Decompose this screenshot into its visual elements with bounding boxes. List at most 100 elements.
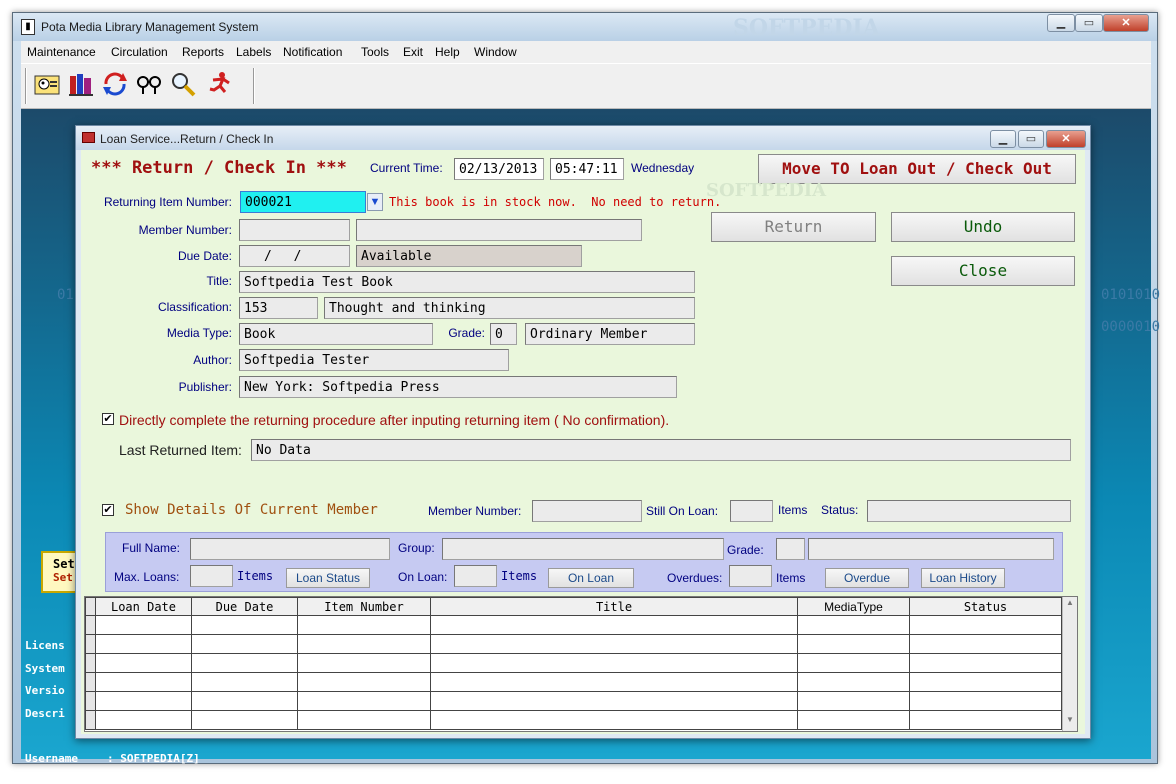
dialog-close-button[interactable]: ✕	[1046, 130, 1086, 148]
on-loan-button[interactable]: On Loan	[548, 568, 634, 588]
header-title[interactable]: Title	[430, 597, 798, 616]
menu-maintenance[interactable]: Maintenance	[27, 45, 96, 59]
menu-circulation[interactable]: Circulation	[111, 45, 168, 59]
app-book-icon: ▮	[21, 19, 35, 35]
side-label-system: System	[25, 662, 65, 675]
header-item-number[interactable]: Item Number	[297, 597, 431, 616]
bg-binary-right-1: 0101010	[1101, 287, 1161, 303]
direct-complete-checkbox[interactable]: ✔	[102, 413, 114, 425]
max-loans-field	[190, 565, 233, 587]
circulation-toolbar-icon[interactable]	[99, 68, 131, 100]
overdues-items-label: Items	[776, 571, 806, 585]
title-label: Title:	[206, 274, 232, 288]
close-window-button[interactable]: ✕	[1103, 14, 1149, 32]
author-field: Softpedia Tester	[239, 349, 509, 371]
overdue-button[interactable]: Overdue	[825, 568, 909, 588]
still-on-loan-field	[730, 500, 773, 522]
dialog-app-icon	[82, 132, 95, 143]
table-row[interactable]	[85, 672, 1062, 692]
menu-labels[interactable]: Labels	[236, 45, 271, 59]
on-loan-items-label: Items	[501, 569, 538, 583]
group-field	[442, 538, 724, 560]
close-button[interactable]: Close	[891, 256, 1075, 286]
loan-grid: Loan Date Due Date Item Number Title Med…	[84, 596, 1078, 732]
table-row[interactable]	[85, 710, 1062, 730]
grid-vertical-scrollbar[interactable]: ▲ ▼	[1062, 597, 1077, 731]
member-grade-label: Grade:	[727, 543, 764, 557]
row-selector-header	[85, 597, 96, 616]
returning-item-dropdown-icon[interactable]: ▼	[367, 193, 383, 211]
minimize-button[interactable]: ▁	[1047, 14, 1075, 32]
menu-exit[interactable]: Exit	[403, 45, 423, 59]
app-titlebar: ▮ Pota Media Library Management System S…	[13, 13, 1157, 41]
dialog-titlebar: Loan Service...Return / Check In ▁ ▭ ✕	[76, 126, 1090, 150]
return-button[interactable]: Return	[711, 212, 876, 242]
menu-help[interactable]: Help	[435, 45, 460, 59]
maximize-button[interactable]: ▭	[1075, 14, 1103, 32]
search-toolbar-icon[interactable]	[167, 68, 199, 100]
author-label: Author:	[193, 353, 232, 367]
current-time-label: Current Time:	[370, 161, 443, 175]
loan-status-button[interactable]: Loan Status	[286, 568, 370, 588]
stock-message: This book is in stock now. No need to re…	[389, 195, 722, 209]
menu-notification[interactable]: Notification	[283, 45, 342, 59]
dialog-body: *** Return / Check In *** Current Time: …	[81, 150, 1085, 734]
detail-member-number-field	[532, 500, 642, 522]
member-number-label: Member Number:	[138, 223, 232, 237]
scroll-up-arrow-icon[interactable]: ▲	[1064, 598, 1076, 612]
due-date-field: / /	[239, 245, 350, 267]
header-status[interactable]: Status	[909, 597, 1062, 616]
member-number-label-2: Member Number:	[428, 504, 522, 518]
menu-tools[interactable]: Tools	[361, 45, 389, 59]
page-heading: *** Return / Check In ***	[91, 158, 347, 178]
grade-name-field: Ordinary Member	[525, 323, 695, 345]
table-row[interactable]	[85, 634, 1062, 654]
scroll-down-arrow-icon[interactable]: ▼	[1064, 715, 1076, 729]
media-type-label: Media Type:	[166, 326, 232, 340]
exit-runner-icon[interactable]	[203, 68, 235, 100]
member-name-field	[356, 219, 642, 241]
loan-table-header-row: Loan Date Due Date Item Number Title Med…	[85, 597, 1062, 616]
dialog-minimize-button[interactable]: ▁	[990, 130, 1016, 148]
member-detail-panel: Full Name: Group: Grade: Max. Loans: Ite…	[105, 532, 1063, 592]
header-media-type[interactable]: MediaType	[797, 597, 910, 616]
classification-name-field: Thought and thinking	[324, 297, 695, 319]
still-on-loan-label: Still On Loan:	[646, 504, 719, 518]
member-status-label: Status:	[821, 503, 859, 517]
app-title: Pota Media Library Management System	[41, 20, 259, 34]
books-toolbar-icon[interactable]	[65, 68, 97, 100]
undo-button[interactable]: Undo	[891, 212, 1075, 242]
member-toolbar-icon[interactable]	[31, 68, 63, 100]
current-time-field: 05:47:11	[550, 158, 624, 180]
bg-binary-right-2: 0000010	[1101, 319, 1161, 335]
softpedia-watermark: SOFTPEDIA	[733, 15, 880, 41]
title-field: Softpedia Test Book	[239, 271, 695, 293]
member-status-field	[867, 500, 1071, 522]
member-number-field	[239, 219, 350, 241]
table-row[interactable]	[85, 653, 1062, 673]
returning-item-input[interactable]: 000021	[240, 191, 366, 213]
header-due-date[interactable]: Due Date	[191, 597, 298, 616]
softpedia-watermark-small: SOFTPEDIA	[706, 180, 827, 201]
table-row[interactable]	[85, 691, 1062, 711]
media-type-field: Book	[239, 323, 433, 345]
direct-complete-label: Directly complete the returning procedur…	[119, 412, 670, 428]
last-returned-label: Last Returned Item:	[119, 442, 242, 458]
current-date-field: 02/13/2013	[454, 158, 544, 180]
overdues-label: Overdues:	[667, 571, 723, 585]
max-loans-label: Max. Loans:	[114, 570, 180, 584]
menu-window[interactable]: Window	[474, 45, 517, 59]
weekday-label: Wednesday	[631, 161, 695, 175]
table-row[interactable]	[85, 615, 1062, 635]
menu-reports[interactable]: Reports	[182, 45, 224, 59]
group-label: Group:	[398, 541, 435, 555]
side-label-license: Licens	[25, 639, 65, 652]
dialog-maximize-button[interactable]: ▭	[1018, 130, 1044, 148]
show-details-checkbox[interactable]: ✔	[102, 504, 114, 516]
header-loan-date[interactable]: Loan Date	[95, 597, 192, 616]
max-loans-items-label: Items	[237, 569, 274, 583]
returning-item-label: Returning Item Number:	[103, 195, 232, 209]
full-name-label: Full Name:	[122, 541, 181, 555]
glasses-toolbar-icon[interactable]	[133, 68, 165, 100]
loan-history-button[interactable]: Loan History	[921, 568, 1005, 588]
